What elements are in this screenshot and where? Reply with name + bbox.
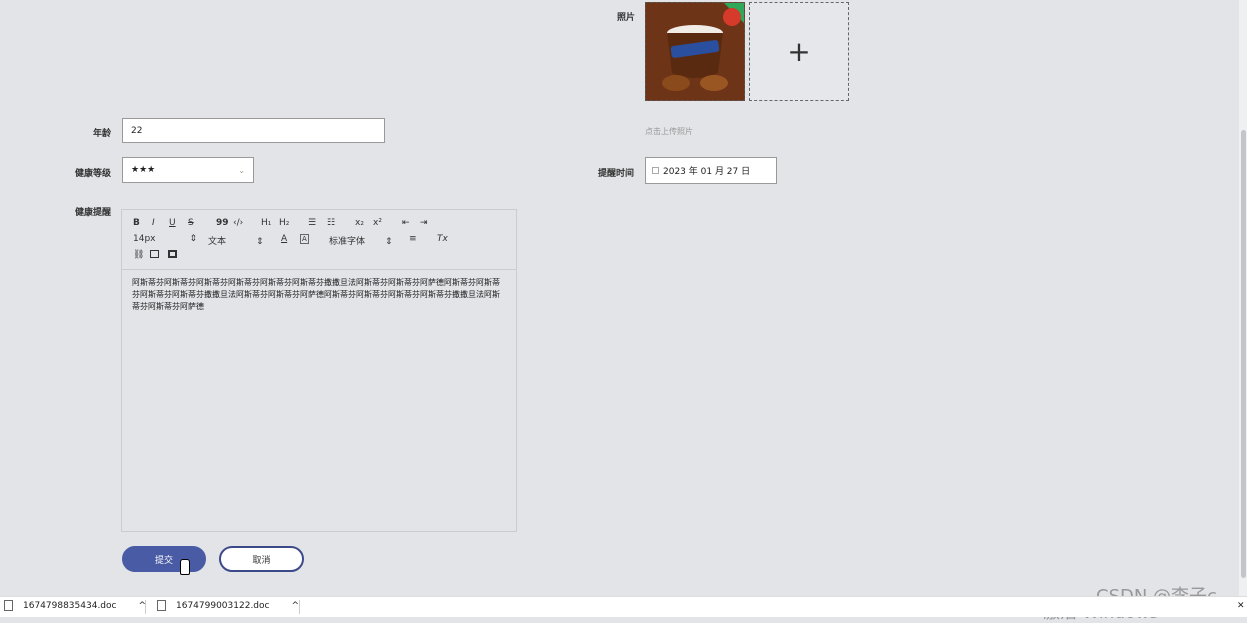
download-filename-1: 1674798835434.doc	[23, 600, 117, 611]
align-button[interactable]: ≡	[409, 234, 417, 244]
add-photo-button[interactable]: +	[749, 2, 849, 101]
download-divider	[299, 600, 300, 614]
cancel-button[interactable]: 取消	[219, 546, 304, 572]
font-color-button[interactable]: A	[281, 234, 287, 244]
clear-format-button[interactable]: Tx	[437, 234, 448, 244]
font-size-select[interactable]: 14px ⇕	[133, 234, 197, 244]
calendar-icon	[652, 167, 659, 174]
plus-icon: +	[787, 35, 811, 68]
document-icon	[4, 600, 13, 611]
video-icon[interactable]	[168, 250, 177, 261]
downloads-bar: 1674798835434.doc ^ 1674799003122.doc ^ …	[0, 596, 1247, 617]
quote-button[interactable]: 99	[216, 218, 229, 228]
download-filename-2: 1674799003122.doc	[176, 600, 270, 611]
background-color-button[interactable]: A	[300, 234, 309, 244]
age-value: 22	[131, 125, 143, 136]
link-icon[interactable]: ⛓	[133, 250, 144, 260]
subscript-button[interactable]: x₂	[355, 218, 364, 228]
photo-label: 照片	[617, 13, 636, 23]
age-label: 年龄	[93, 129, 112, 139]
ordered-list-button[interactable]: ☰	[308, 218, 316, 228]
editor-content[interactable]: 阿斯蒂芬阿斯蒂芬阿斯蒂芬阿斯蒂芬阿斯蒂芬阿斯蒂芬撒撒旦法阿斯蒂芬阿斯蒂芬阿萨德阿…	[132, 277, 504, 313]
italic-button[interactable]: I	[152, 218, 155, 228]
product-image	[646, 3, 744, 100]
strike-button[interactable]: S	[188, 218, 194, 228]
chevron-up-icon[interactable]: ^	[291, 601, 299, 611]
download-divider	[145, 600, 146, 614]
text-style-select[interactable]: 文本 ⇕	[208, 234, 264, 247]
age-input[interactable]: 22	[122, 118, 385, 143]
submit-button[interactable]: 提交	[122, 546, 206, 572]
reminder-date-value: 2023 年 01 月 27 日	[663, 167, 751, 177]
font-family-select[interactable]: 标准字体 ⇕	[329, 234, 393, 247]
health-level-select[interactable]: ★★★ ⌄	[122, 157, 254, 183]
indent-increase-button[interactable]: ⇥	[420, 218, 428, 228]
health-level-label: 健康等级	[75, 169, 112, 179]
health-reminder-label: 健康提醒	[75, 208, 112, 218]
image-icon[interactable]	[150, 250, 159, 261]
close-icon[interactable]: ✕	[1237, 601, 1245, 611]
rich-text-editor[interactable]: B I U S 99 ‹/› H₁ H₂ ☰ ☷ x₂ x² ⇤ ⇥ 14px ⇕…	[121, 209, 517, 532]
chevron-down-icon: ⌄	[238, 165, 245, 175]
download-item-2[interactable]: 1674799003122.doc ^	[157, 600, 299, 611]
uploaded-photo[interactable]	[645, 2, 745, 101]
scrollbar-thumb[interactable]	[1241, 130, 1246, 578]
mouse-cursor-icon	[180, 559, 190, 575]
editor-toolbar: B I U S 99 ‹/› H₁ H₂ ☰ ☷ x₂ x² ⇤ ⇥ 14px ⇕…	[122, 210, 516, 270]
download-item-1[interactable]: 1674798835434.doc ^	[4, 600, 146, 611]
bold-button[interactable]: B	[133, 218, 140, 228]
health-level-value: ★★★	[131, 165, 156, 175]
indent-decrease-button[interactable]: ⇤	[402, 218, 410, 228]
heading1-button[interactable]: H₁	[261, 218, 271, 228]
document-icon	[157, 600, 166, 611]
code-button[interactable]: ‹/›	[233, 218, 243, 228]
photo-upload-hint: 点击上传照片	[645, 127, 693, 136]
bullet-list-button[interactable]: ☷	[327, 218, 335, 228]
superscript-button[interactable]: x²	[373, 218, 382, 228]
reminder-date-picker[interactable]: 2023 年 01 月 27 日	[645, 157, 777, 184]
reminder-time-label: 提醒时间	[598, 169, 635, 179]
underline-button[interactable]: U	[169, 218, 176, 228]
heading2-button[interactable]: H₂	[279, 218, 289, 228]
